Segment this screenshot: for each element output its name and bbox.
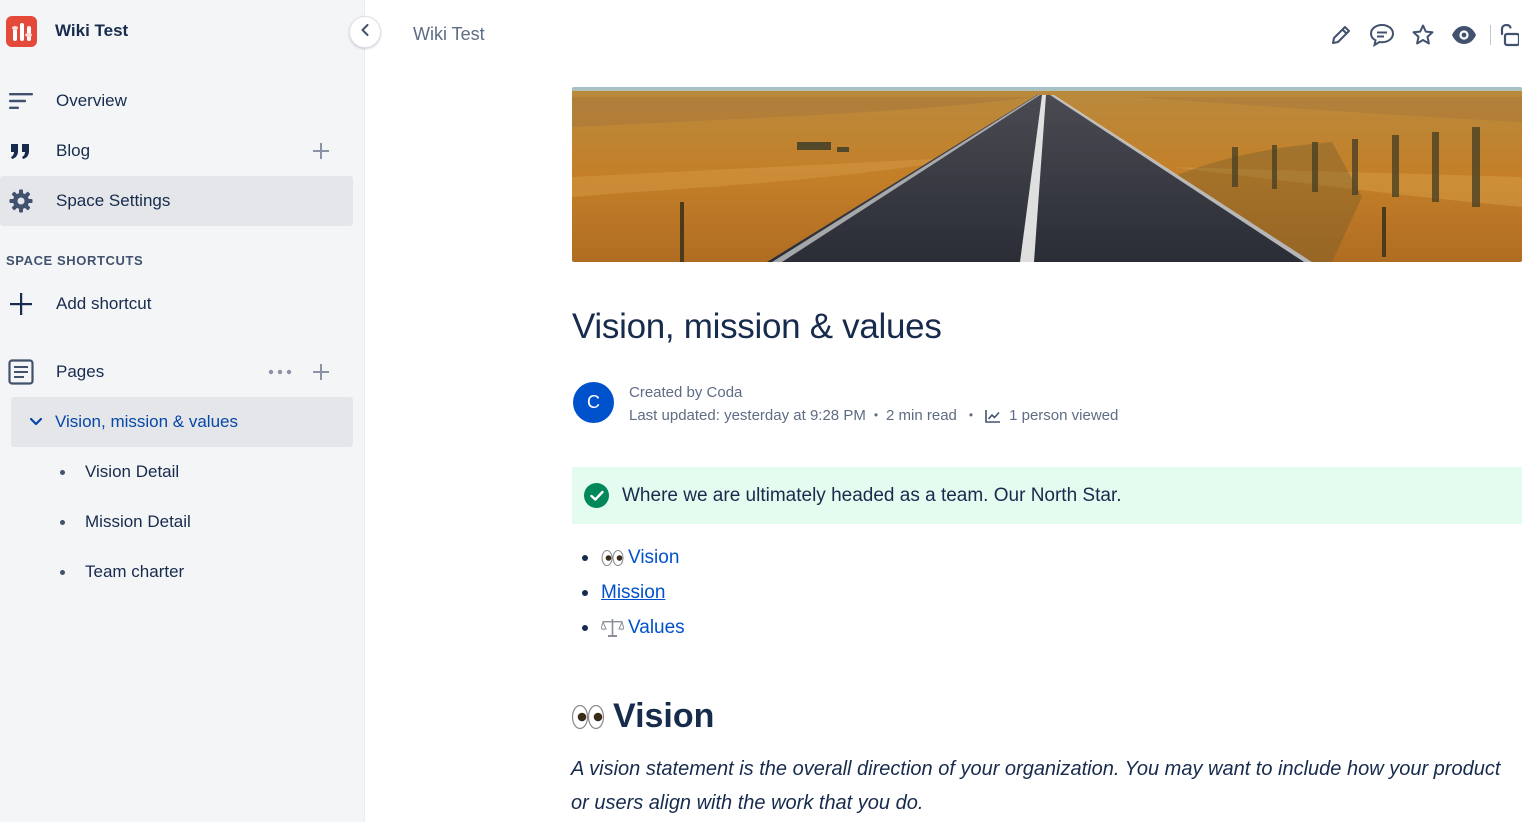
toc-item-values[interactable]: Values — [582, 610, 685, 645]
gear-icon — [8, 188, 34, 214]
space-logo — [6, 15, 37, 47]
toc-link[interactable]: Values — [628, 617, 685, 639]
avatar[interactable]: C — [573, 382, 614, 423]
last-updated[interactable]: Last updated: yesterday at 9:28 PM — [629, 404, 866, 427]
more-icon[interactable] — [267, 360, 293, 389]
eyes-icon — [571, 703, 605, 731]
star-icon[interactable] — [1408, 20, 1438, 50]
tree-item-label: Vision Detail — [85, 462, 180, 481]
panel-text: Where we are ultimately headed as a team… — [622, 484, 1122, 506]
add-shortcut-label: Add shortcut — [56, 294, 152, 313]
breadcrumb[interactable]: Wiki Test — [413, 24, 485, 45]
section-heading-text: Vision — [613, 697, 715, 735]
sidebar-item-label: Pages — [56, 362, 105, 381]
collapse-sidebar-button[interactable] — [349, 16, 381, 48]
add-page-icon[interactable] — [309, 360, 333, 389]
toc-link[interactable]: Mission — [601, 582, 665, 604]
read-time: 2 min read — [886, 407, 957, 424]
overview-icon — [8, 88, 34, 114]
separator: • — [968, 408, 974, 422]
pages-icon — [8, 359, 34, 385]
watch-icon[interactable] — [1449, 20, 1479, 50]
eyes-icon — [601, 549, 624, 567]
sidebar-item-label: Blog — [56, 141, 91, 160]
toc-list: Vision Mission Values — [582, 540, 685, 645]
bullet — [582, 624, 588, 631]
tree-item-vision-detail[interactable]: Vision Detail — [60, 447, 179, 497]
space-name: Wiki Test — [55, 21, 129, 40]
toolbar-divider — [1490, 25, 1491, 45]
view-count[interactable]: 1 person viewed — [1009, 404, 1118, 427]
add-shortcut-button[interactable]: Add shortcut — [0, 279, 353, 329]
toc-link[interactable]: Vision — [628, 547, 679, 569]
bullet — [60, 469, 65, 475]
app-window: Wiki Test Overview Blog Space Settings S… — [0, 0, 1525, 822]
section-heading-vision: Vision — [571, 697, 714, 736]
separator: • — [873, 408, 879, 422]
plus-icon — [8, 291, 34, 317]
success-panel: Where we are ultimately headed as a team… — [572, 467, 1522, 524]
quote-icon — [8, 138, 34, 164]
tree-item-mission-detail[interactable]: Mission Detail — [60, 497, 191, 547]
bullet — [582, 554, 588, 561]
sidebar-item-label: Overview — [56, 91, 127, 110]
sidebar-item-blog[interactable]: Blog — [0, 126, 353, 176]
comment-icon[interactable] — [1367, 20, 1397, 50]
bullet — [582, 589, 588, 596]
created-by[interactable]: Created by Coda — [629, 381, 1118, 404]
add-blog-icon[interactable] — [309, 139, 333, 168]
space-shortcuts-heading: SPACE SHORTCUTS — [6, 253, 144, 268]
toc-item-vision[interactable]: Vision — [582, 540, 685, 575]
section-paragraph: A vision statement is the overall direct… — [571, 758, 1501, 814]
toc-item-mission[interactable]: Mission — [582, 575, 685, 610]
bullet — [60, 519, 65, 525]
page-byline: C Created by Coda Last updated: yesterda… — [573, 381, 1118, 427]
tree-item-team-charter[interactable]: Team charter — [60, 547, 184, 597]
sidebar-item-label: Space Settings — [56, 191, 171, 210]
bullet — [60, 569, 65, 575]
page-toolbar — [1326, 20, 1519, 50]
restrictions-icon[interactable] — [1499, 20, 1519, 50]
sidebar-item-pages[interactable]: Pages — [0, 347, 353, 397]
tree-item-label: Mission Detail — [85, 512, 191, 531]
page-header-image — [572, 87, 1522, 262]
edit-icon[interactable] — [1326, 20, 1356, 50]
chevron-left-icon — [361, 23, 369, 41]
sidebar-item-overview[interactable]: Overview — [0, 76, 353, 126]
tree-item-label: Vision, mission & values — [55, 412, 238, 431]
sidebar: Wiki Test Overview Blog Space Settings S… — [0, 0, 365, 822]
analytics-icon — [985, 409, 1001, 423]
tree-item-vision-mission-values[interactable]: Vision, mission & values — [11, 397, 353, 447]
tree-item-label: Team charter — [85, 562, 185, 581]
page-title: Vision, mission & values — [572, 307, 942, 346]
check-circle-icon — [584, 483, 609, 508]
scales-icon — [601, 618, 624, 638]
space-header[interactable]: Wiki Test — [6, 14, 128, 48]
chevron-down-icon[interactable] — [29, 415, 43, 429]
sidebar-item-space-settings[interactable]: Space Settings — [0, 176, 353, 226]
